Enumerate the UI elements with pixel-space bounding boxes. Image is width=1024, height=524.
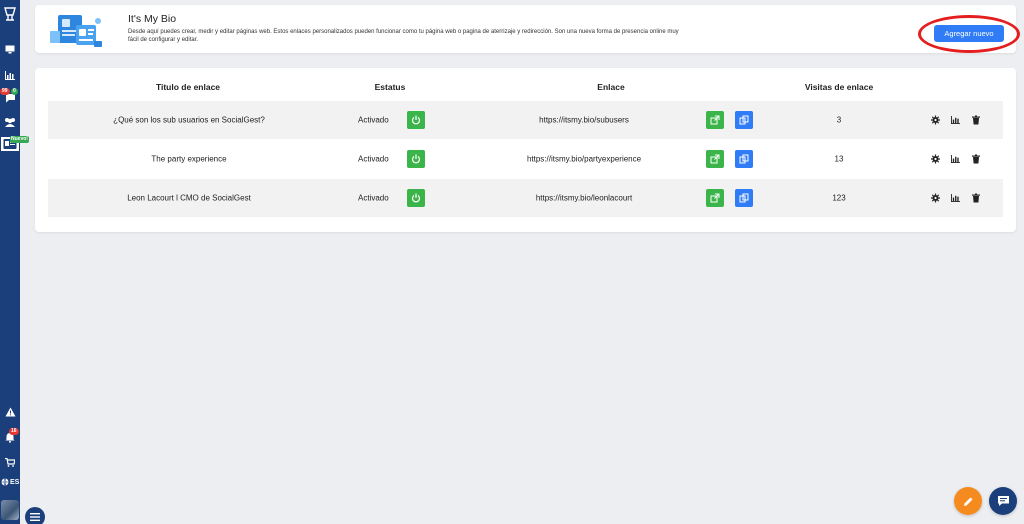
notification-badge: 16 (9, 428, 19, 435)
power-icon (411, 154, 421, 164)
visit-count: 123 (832, 193, 846, 203)
table-row: ¿Qué son los sub usuarios en SocialGest?… (48, 101, 1003, 139)
external-link-icon (710, 193, 720, 203)
globe-icon (1, 478, 9, 486)
column-header-title: Titulo de enlace (155, 82, 221, 92)
pencil-icon (963, 497, 972, 506)
copy-link-button[interactable] (735, 189, 753, 207)
users-icon[interactable] (0, 116, 20, 128)
power-icon (411, 193, 421, 203)
avatar[interactable] (1, 500, 19, 520)
new-feature-label: Nuevo! (10, 136, 29, 143)
visit-count: 13 (834, 154, 844, 164)
cart-icon[interactable] (0, 456, 20, 468)
menu-icon (30, 513, 40, 521)
status-text: Activado (358, 193, 389, 203)
page-description: Desde aquí puedes crear, medir y editar … (128, 29, 679, 43)
copy-link-button[interactable] (735, 150, 753, 168)
settings-icon[interactable] (931, 154, 940, 164)
column-header-link: Enlace (597, 82, 625, 92)
chat-secondary-badge: 0 (11, 88, 18, 95)
settings-icon[interactable] (931, 115, 940, 125)
bar-chart-icon[interactable] (0, 69, 20, 81)
status-text: Activado (358, 115, 389, 125)
stats-icon[interactable] (951, 193, 960, 203)
link-title: Leon Lacourt l CMO de SocialGest (127, 193, 251, 203)
copy-link-button[interactable] (735, 111, 753, 129)
link-title: The party experience (151, 154, 227, 164)
power-icon (411, 115, 421, 125)
toggle-status-button[interactable] (407, 150, 425, 168)
language-selector[interactable]: ES (0, 478, 20, 486)
link-url[interactable]: https://itsmy.bio/partyexperience (527, 155, 641, 164)
column-header-visits: Visitas de enlace (804, 82, 874, 92)
highlight-annotation (918, 15, 1020, 53)
bio-illustration-icon (50, 11, 120, 51)
copy-icon (739, 115, 749, 125)
toggle-status-button[interactable] (407, 189, 425, 207)
visit-count: 3 (836, 115, 842, 125)
column-header-status: Estatus (374, 82, 406, 92)
open-link-button[interactable] (706, 150, 724, 168)
header-card: It's My Bio Desde aquí puedes crear, med… (35, 5, 1020, 53)
page-title: It's My Bio (128, 13, 177, 25)
app-logo-icon[interactable] (0, 4, 20, 24)
delete-icon[interactable] (971, 154, 980, 164)
warning-icon[interactable] (0, 405, 20, 419)
stats-icon[interactable] (951, 154, 960, 164)
chat-fab-button[interactable] (989, 487, 1017, 515)
link-url[interactable]: https://itsmy.bio/subusers (539, 116, 629, 125)
table-row: Leon Lacourt l CMO de SocialGest Activad… (48, 179, 1003, 217)
copy-icon (739, 154, 749, 164)
copy-icon (739, 193, 749, 203)
link-url[interactable]: https://itsmy.bio/leonlacourt (536, 194, 632, 203)
toggle-status-button[interactable] (407, 111, 425, 129)
status-text: Activado (358, 154, 389, 164)
link-title: ¿Qué son los sub usuarios en SocialGest? (113, 115, 265, 125)
stats-icon[interactable] (951, 115, 960, 125)
chat-bubble-icon (997, 496, 1009, 506)
table-row: The party experience Activado https://it… (48, 140, 1003, 178)
settings-icon[interactable] (931, 193, 940, 203)
delete-icon[interactable] (971, 193, 980, 203)
external-link-icon (710, 154, 720, 164)
external-link-icon (710, 115, 720, 125)
monitor-icon[interactable] (0, 43, 20, 55)
menu-button[interactable] (25, 507, 45, 524)
chat-badge: 99 (0, 88, 10, 95)
open-link-button[interactable] (706, 111, 724, 129)
open-link-button[interactable] (706, 189, 724, 207)
language-label: ES (10, 478, 20, 486)
sidebar: 99 0 Nuevo! 16 ES (0, 0, 29, 524)
delete-icon[interactable] (971, 115, 980, 125)
edit-fab-button[interactable] (954, 487, 982, 515)
links-table: Titulo de enlace Estatus Enlace Visitas … (35, 68, 1016, 232)
